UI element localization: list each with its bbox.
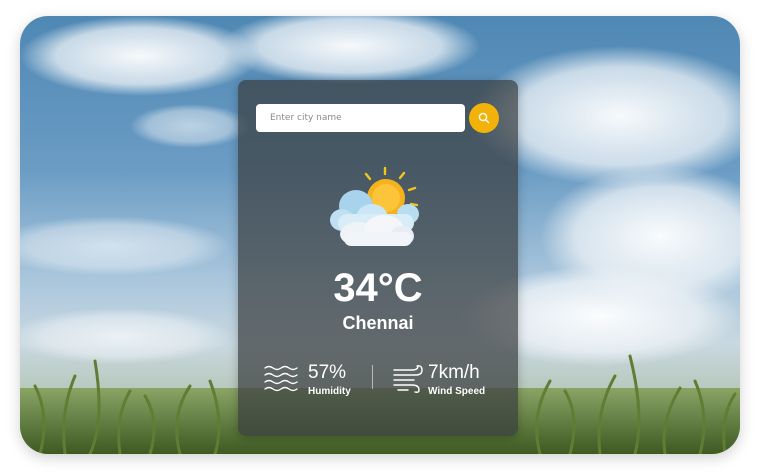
humidity-waves-icon xyxy=(264,365,298,392)
wind-stat: 7km/h Wind Speed xyxy=(392,362,502,402)
sun-behind-clouds-icon xyxy=(330,166,419,246)
humidity-stat: 57% Humidity xyxy=(264,362,374,402)
search-bar xyxy=(256,103,500,134)
stats-divider xyxy=(372,365,373,389)
humidity-label: Humidity xyxy=(308,386,351,397)
temperature: 34°C xyxy=(333,266,423,310)
weather-card: 34°C Chennai 57% Humidity xyxy=(238,80,518,436)
search-icon xyxy=(478,112,490,124)
wind-value: 7km/h xyxy=(428,362,480,383)
wind-label: Wind Speed xyxy=(428,386,486,397)
app-window: 34°C Chennai 57% Humidity xyxy=(20,16,740,454)
humidity-value: 57% xyxy=(308,362,347,383)
search-button[interactable] xyxy=(469,103,499,133)
city-search-input[interactable] xyxy=(256,104,465,132)
wind-icon xyxy=(393,365,423,393)
city-name: Chennai xyxy=(342,313,414,333)
